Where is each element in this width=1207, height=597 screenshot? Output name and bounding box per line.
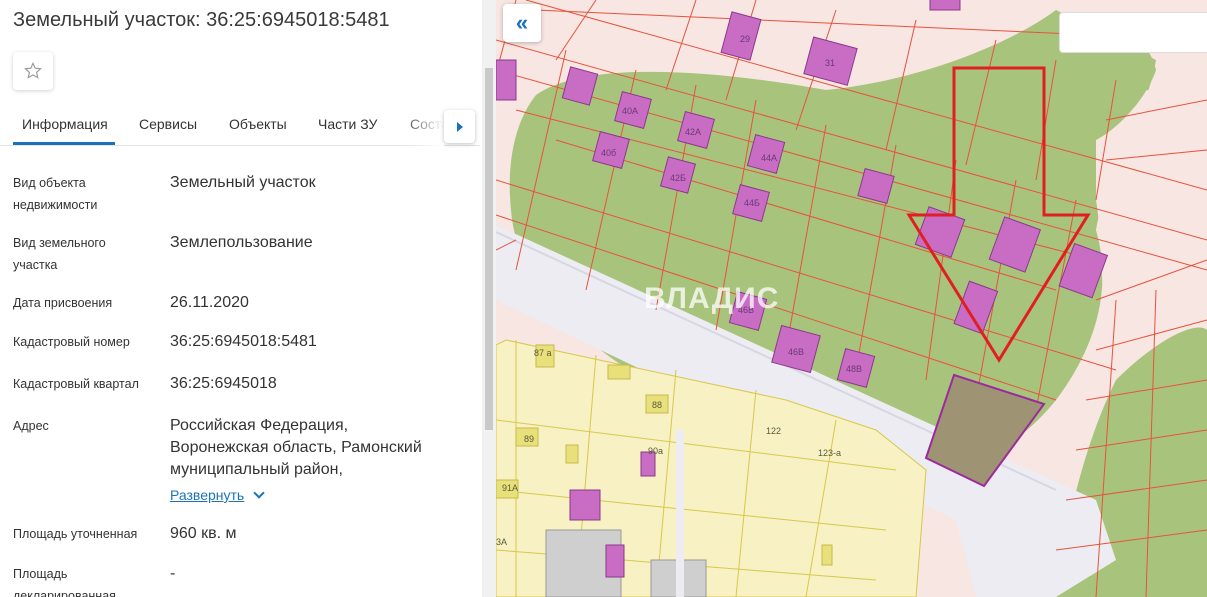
parcel-label: 3А [496,537,507,547]
property-value: 36:25:6945018 [170,375,277,392]
property-value: - [170,565,176,582]
map-canvas[interactable]: 29 31 40А 42А 44А 40б 42Б 44Б 46В 48В 46… [496,0,1207,597]
chevron-down-icon[interactable] [253,487,265,499]
property-label: Кадастровый номер [13,335,130,349]
property-label: Вид объекта недвижимости [13,176,98,212]
address-line: Воронежская область, Рамонский [170,439,422,456]
tab-services[interactable]: Сервисы [139,116,197,132]
property-value: Земельный участок [170,174,316,191]
parcel-label: 123-а [818,448,841,458]
address-line: Российская Федерация, [170,417,349,434]
page-title: Земельный участок: 36:25:6945018:5481 [13,9,390,31]
property-label: Площадь уточненная [13,527,138,541]
parcel-label: 89 [524,434,534,444]
expand-address-link[interactable]: Развернуть [170,487,244,503]
property-value: 960 кв. м [170,525,237,542]
parcel-label: 44А [761,153,777,163]
tab-information[interactable]: Информация [22,116,108,132]
double-chevron-left-icon: « [515,10,529,35]
active-tab-indicator [13,142,115,145]
tab-bar: Информация Сервисы Объекты Части ЗУ Сост… [0,100,480,146]
tab-parcel-parts[interactable]: Части ЗУ [318,116,377,132]
cadastral-map[interactable]: 29 31 40А 42А 44А 40б 42Б 44Б 46В 48В 46… [496,0,1207,597]
parcel-label: 48В [846,364,862,374]
address-line: муниципальный район, [170,461,343,478]
parcel-label: 40А [622,106,638,116]
property-label: Вид земельного участка [13,236,106,272]
panel-scrollbar[interactable] [482,0,496,597]
parcel-label: 46В [788,347,804,357]
parcel-label: 90а [648,446,663,456]
scrollbar-thumb[interactable] [485,68,493,430]
parcel-label: 40б [601,148,616,158]
parcel-label: 31 [825,58,835,68]
parcel-label: 42А [685,127,701,137]
property-label: Площадь декларированная [13,567,116,597]
parcel-label: 29 [740,34,750,44]
star-outline-icon [24,61,42,79]
property-value: 26.11.2020 [170,294,249,311]
parcel-label: 44Б [744,198,760,208]
parcel-label: 88 [652,400,662,410]
property-label: Кадастровый квартал [13,377,139,391]
tab-objects[interactable]: Объекты [229,116,287,132]
property-label: Адрес [13,419,49,433]
map-search-box[interactable] [1059,12,1207,53]
collapse-panel-button[interactable]: « [503,4,541,42]
property-label: Дата присвоения [13,296,113,310]
info-panel: Земельный участок: 36:25:6945018:5481 Ин… [0,0,496,597]
favorite-button[interactable] [13,52,53,90]
property-value: 36:25:6945018:5481 [170,333,317,350]
caret-right-icon [456,121,463,132]
watermark-logo: ВЛАДИС [644,282,780,315]
parcel-label: 42Б [670,173,686,183]
footpath [676,430,684,597]
tab-scroll-right-button[interactable] [444,110,475,143]
parcel-label: 122 [766,426,781,436]
parcel-label: 87 а [534,348,552,358]
property-value: Землепользование [170,234,313,251]
parcel-label: 91А [502,483,518,493]
